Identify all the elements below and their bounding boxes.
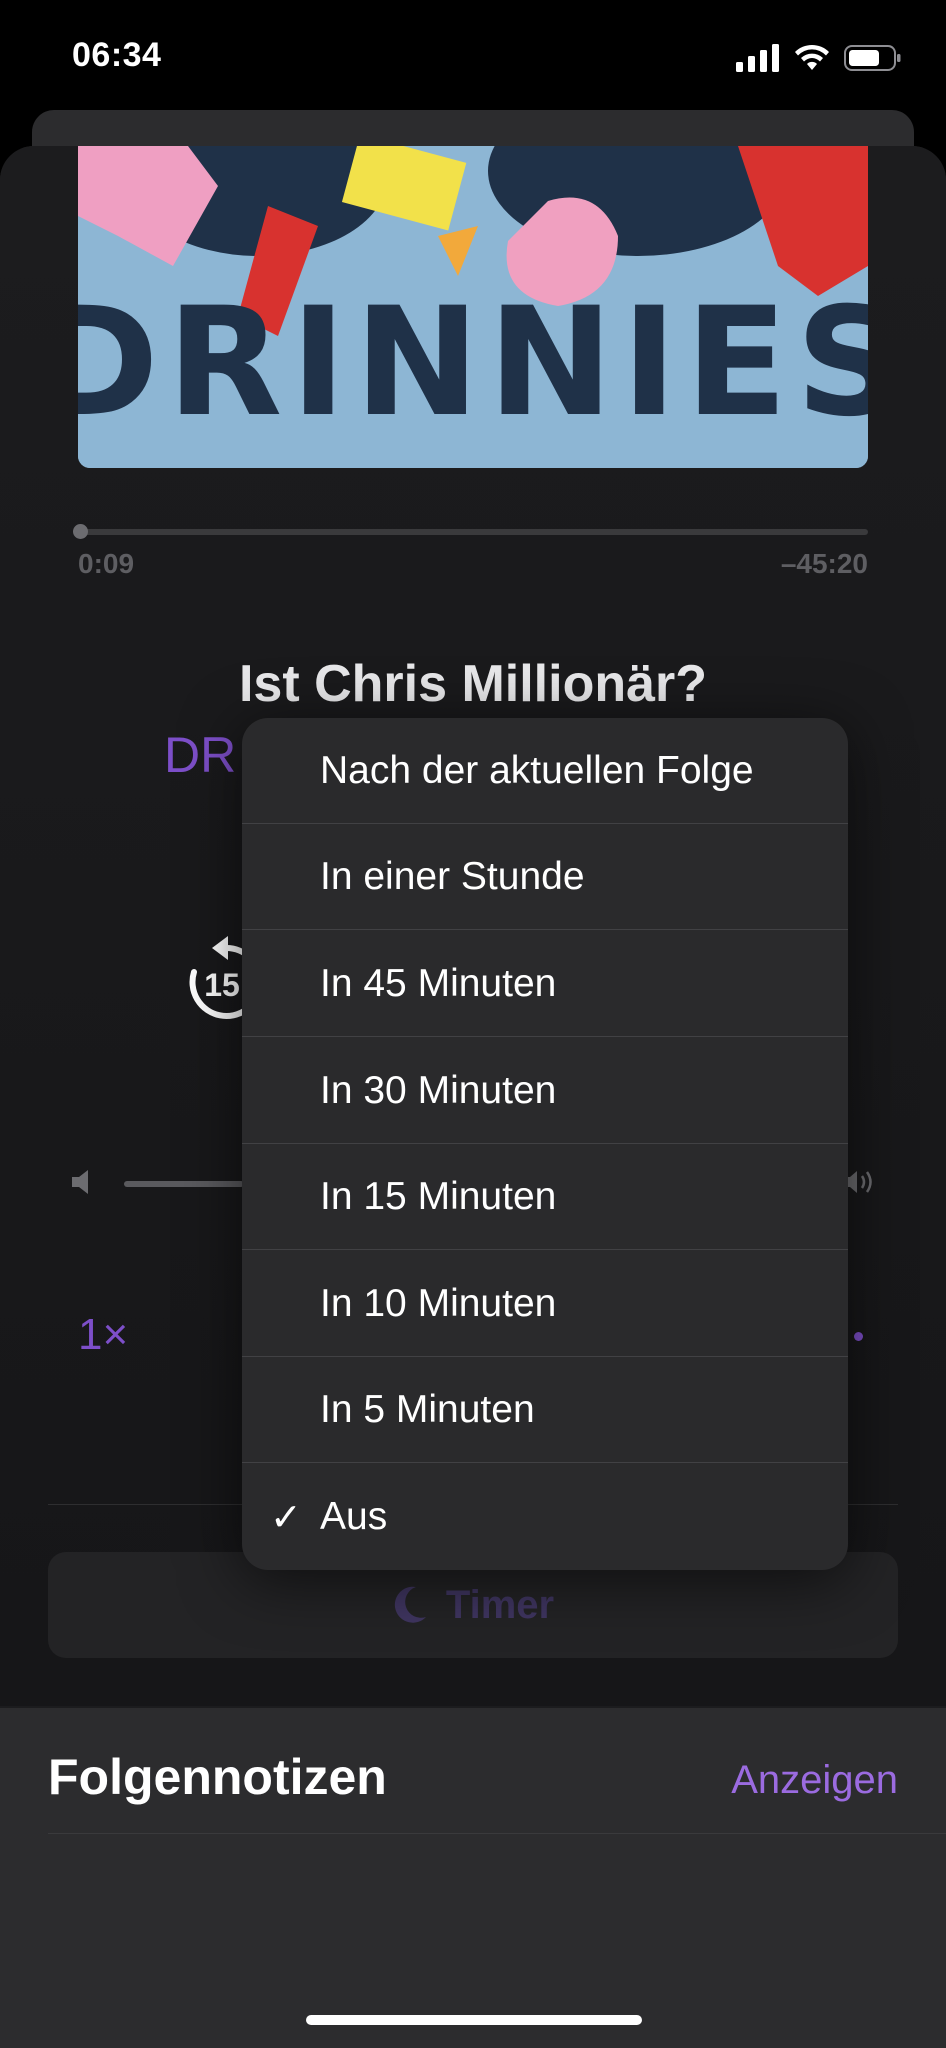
podcast-artwork: DRINNIES: [78, 146, 868, 468]
menu-item-label: In 5 Minuten: [320, 1387, 535, 1431]
menu-item-label: Aus: [320, 1495, 388, 1538]
elapsed-time: 0:09: [78, 548, 135, 579]
podcast-name[interactable]: DR: [164, 726, 244, 784]
divider: [48, 1833, 946, 1834]
sleep-timer-menu: Nach der aktuellen Folge In einer Stunde…: [242, 718, 848, 1570]
menu-item-label: Nach der aktuellen Folge: [320, 748, 754, 792]
menu-item-label: In 15 Minuten: [320, 1174, 557, 1218]
episode-title: Ist Chris Millionär?: [238, 655, 708, 713]
remaining-time: –45:20: [780, 548, 868, 579]
menu-item-5-minutes[interactable]: In 5 Minuten: [242, 1357, 848, 1463]
menu-item-after-episode[interactable]: Nach der aktuellen Folge: [242, 718, 848, 824]
progress-knob[interactable]: [73, 524, 88, 539]
menu-item-off[interactable]: ✓ Aus: [242, 1464, 848, 1570]
checkmark-icon: ✓: [270, 1496, 302, 1539]
battery-icon: [844, 45, 901, 71]
menu-item-15-minutes[interactable]: In 15 Minuten: [242, 1144, 848, 1250]
progress-track[interactable]: [78, 529, 868, 535]
menu-item-10-minutes[interactable]: In 10 Minuten: [242, 1251, 848, 1357]
menu-item-label: In 10 Minuten: [320, 1281, 557, 1325]
wifi-icon: [795, 44, 829, 70]
svg-text:DRINNIES: DRINNIES: [78, 276, 868, 450]
notes-title: Folgennotizen: [48, 1749, 387, 1805]
menu-item-label: In 30 Minuten: [320, 1068, 557, 1112]
menu-item-label: In 45 Minuten: [320, 961, 557, 1005]
volume-slider[interactable]: [124, 1181, 244, 1187]
status-icons: [736, 44, 902, 72]
show-notes-link[interactable]: Anzeigen: [731, 1758, 898, 1803]
menu-item-45-minutes[interactable]: In 45 Minuten: [242, 931, 848, 1037]
menu-item-30-minutes[interactable]: In 30 Minuten: [242, 1038, 848, 1144]
volume-low-icon: [70, 1168, 92, 1201]
home-indicator[interactable]: [306, 2015, 642, 2025]
artwork-title: DRINNIES: [78, 276, 868, 450]
svg-text:15: 15: [204, 967, 240, 1003]
playback-speed-button[interactable]: 1×: [78, 1310, 128, 1360]
timer-label: Timer: [445, 1582, 555, 1627]
status-time: 06:34: [72, 36, 162, 74]
more-options-dot-icon[interactable]: [854, 1332, 863, 1341]
menu-item-label: In einer Stunde: [320, 854, 585, 898]
cellular-signal-icon: [736, 44, 779, 72]
moon-icon: [394, 1586, 426, 1623]
menu-item-one-hour[interactable]: In einer Stunde: [242, 824, 848, 930]
